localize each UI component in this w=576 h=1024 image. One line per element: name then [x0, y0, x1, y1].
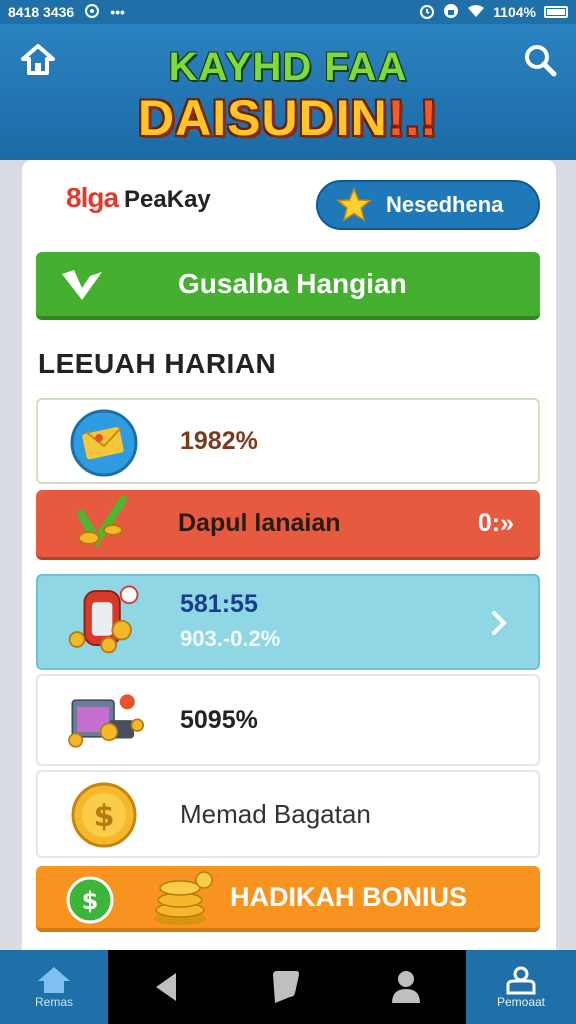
list-item[interactable]: 581:55 903.-0.2%: [36, 574, 540, 670]
row-timer: 0:»: [477, 509, 514, 537]
main-card: 8lga PeaKay Nesedhena Gusalba Hangian LE…: [22, 160, 556, 950]
logo-title-bottom: DAISUDIN!.!: [138, 90, 438, 146]
section-title: LEEUAH HARIAN: [38, 348, 277, 379]
app-logo: KAYHD FAA DAISUDIN!.!: [110, 44, 466, 146]
star-icon: [336, 187, 372, 222]
chevron-right-icon: [492, 611, 507, 635]
status-time: 8418 3436: [8, 4, 75, 20]
profile-icon[interactable]: [390, 969, 422, 1005]
lock-icon: [443, 3, 459, 22]
search-button[interactable]: [518, 38, 562, 82]
wifi-icon: [467, 4, 485, 21]
app-header: KAYHD FAA DAISUDIN!.!: [0, 24, 576, 160]
brand-name: PeaKay: [124, 186, 211, 213]
bonus-label: HADIKAH BONIUS: [230, 881, 468, 912]
check-arrow-icon: [62, 270, 102, 300]
list-item[interactable]: Dapul lanaian 0:»: [36, 490, 540, 560]
search-icon: [525, 45, 557, 77]
home-icon: [21, 44, 55, 75]
jar-coins-icon: [64, 584, 144, 654]
row-value: 581:55: [180, 590, 258, 618]
logo-title-top: KAYHD FAA: [168, 45, 408, 89]
nav-home-label: Remas: [34, 995, 73, 1009]
envelope-coin-icon: [64, 408, 144, 478]
system-navigation: [108, 950, 466, 1024]
featured-button-label: Nesedhena: [386, 192, 504, 217]
status-bar: 8418 3436 ••• 1104%: [0, 0, 576, 24]
svg-text:$: $: [82, 887, 99, 915]
nav-profile-label: Pemoaat: [496, 995, 546, 1009]
home-button[interactable]: [16, 38, 60, 82]
list-item[interactable]: $ Memad Bagatan: [36, 770, 540, 858]
daily-claim-label: Gusalba Hangian: [178, 268, 407, 299]
dollar-icon: $: [66, 876, 114, 924]
coin-stack-icon: [154, 871, 213, 925]
list-item[interactable]: 1982%: [36, 398, 540, 484]
home-icon: [38, 967, 70, 993]
more-dots-icon: •••: [110, 4, 125, 20]
back-icon[interactable]: [152, 971, 180, 1003]
list-item[interactable]: 5095%: [36, 674, 540, 766]
brand-logo: 8lga PeaKay: [66, 182, 211, 214]
notification-icon: [84, 3, 100, 22]
daily-claim-button[interactable]: Gusalba Hangian: [36, 252, 540, 320]
bottom-nav: Remas Pemoaat: [0, 950, 576, 1024]
row-value: Memad Bagatan: [180, 798, 371, 829]
nav-home-tab[interactable]: Remas: [0, 950, 108, 1024]
row-value: 1982%: [180, 426, 258, 455]
row-value: 5095%: [180, 705, 258, 734]
calendar-coins-icon: [64, 686, 144, 756]
row-subvalue: 903.-0.2%: [180, 626, 281, 651]
nav-profile-tab[interactable]: Pemoaat: [466, 950, 576, 1024]
battery-icon: [544, 6, 568, 18]
coins-check-icon: [62, 490, 142, 560]
brand-mark: 8lga: [66, 182, 119, 213]
user-card-icon: [506, 966, 536, 995]
home-shape-icon[interactable]: [269, 969, 301, 1005]
battery-percent: 1104%: [493, 4, 536, 20]
svg-text:$: $: [94, 799, 115, 834]
featured-button[interactable]: Nesedhena: [316, 180, 540, 230]
bonus-button[interactable]: $ HADIKAH BONIUS: [36, 866, 540, 932]
row-value: Dapul lanaian: [178, 509, 341, 537]
dollar-coin-icon: $: [64, 780, 144, 850]
alarm-icon: [419, 3, 435, 22]
